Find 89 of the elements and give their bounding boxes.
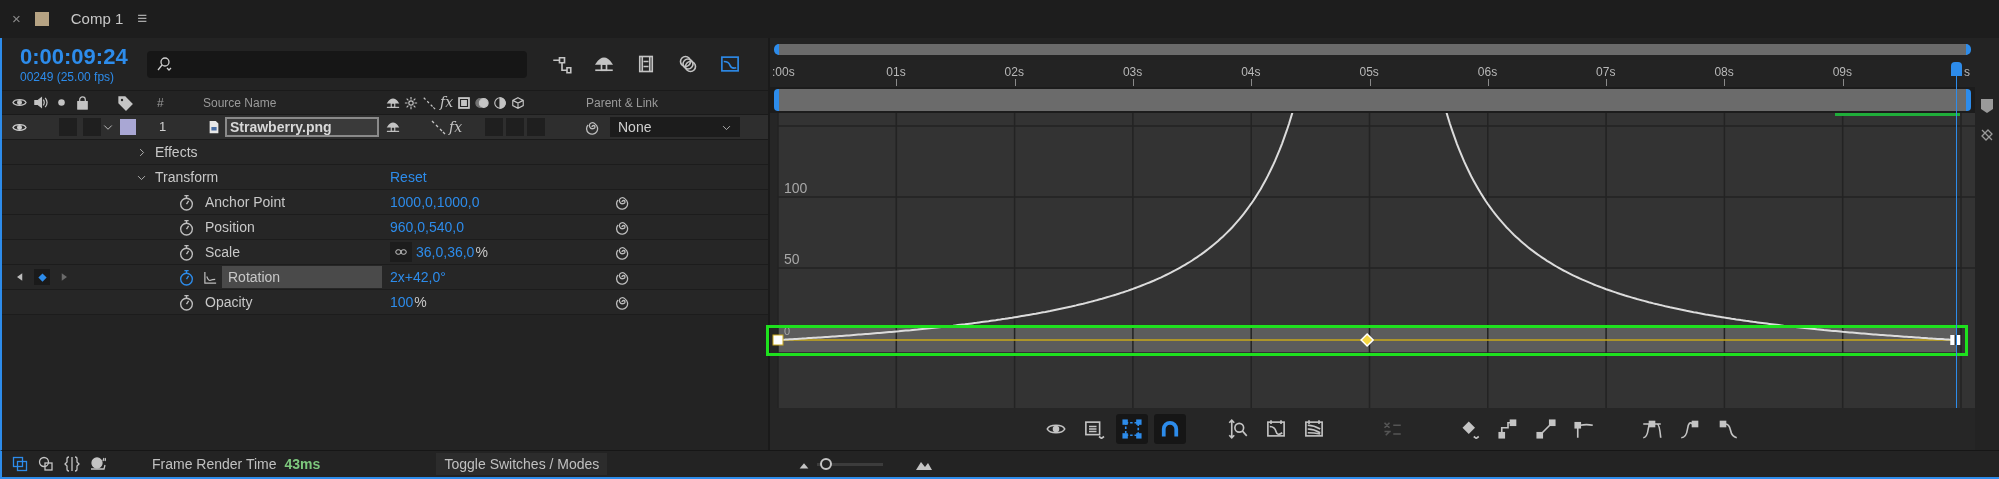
speaker-icon[interactable]: [33, 95, 48, 110]
property-name[interactable]: Position: [199, 216, 261, 238]
fx-icon[interactable]: fx: [440, 92, 454, 113]
stopwatch-icon[interactable]: [178, 268, 195, 286]
group-label[interactable]: Effects: [155, 141, 198, 163]
layer-name-field[interactable]: Strawberry.png: [225, 117, 379, 137]
unit-label: %: [414, 292, 427, 312]
frame-info: 00249 (25.00 fps): [20, 70, 116, 84]
cube-icon[interactable]: [511, 95, 526, 110]
pick-whip-icon[interactable]: [614, 294, 630, 310]
magnet-icon[interactable]: [1154, 414, 1186, 444]
ruler-label: 04s: [1241, 64, 1261, 81]
pick-whip-icon[interactable]: [614, 194, 630, 210]
column-header[interactable]: Source Name: [203, 95, 277, 110]
pick-whip-icon[interactable]: [584, 119, 600, 135]
flowchart-icon[interactable]: [551, 54, 573, 74]
ruler-label: 08s: [1714, 64, 1734, 81]
tag-icon[interactable]: [116, 94, 133, 111]
circles-icon[interactable]: [475, 95, 490, 110]
property-name[interactable]: Scale: [199, 241, 247, 263]
selection-frame-icon[interactable]: [1116, 414, 1148, 444]
ruler-label: s: [1964, 64, 1970, 81]
status-label: Frame Render Time: [152, 454, 277, 474]
shapes-icon[interactable]: [38, 456, 54, 472]
tab-title[interactable]: Comp 1: [70, 7, 124, 31]
stopwatch-icon[interactable]: [178, 193, 195, 211]
search-field[interactable]: [147, 50, 527, 78]
ruler-label: 01s: [886, 64, 906, 81]
file-icon: [207, 119, 221, 135]
unit-label: %: [475, 242, 488, 262]
ruler-label: 02s: [1004, 64, 1024, 81]
playhead[interactable]: [1951, 62, 1963, 408]
column-header: #: [157, 95, 164, 110]
ruler-label: :00s: [772, 64, 795, 81]
ruler-label: 03s: [1122, 64, 1143, 81]
stopwatch-icon[interactable]: [178, 243, 195, 261]
fx-icon[interactable]: fx: [449, 116, 463, 138]
property-value[interactable]: 2x+42,0°: [390, 266, 446, 288]
ruler-label: 06s: [1477, 64, 1498, 81]
property-name[interactable]: Anchor Point: [199, 191, 292, 213]
keyframe-icon[interactable]: [34, 269, 50, 285]
marker-icon[interactable]: [1979, 97, 1995, 115]
pick-whip-icon[interactable]: [614, 219, 630, 235]
graph-icon[interactable]: [203, 269, 218, 285]
close-button[interactable]: ×: [12, 7, 21, 31]
lock-icon[interactable]: [75, 95, 90, 110]
slider-thumb[interactable]: [820, 457, 833, 470]
film-icon[interactable]: [457, 95, 472, 110]
ruler-label: 05s: [1359, 64, 1379, 81]
shy-switch-icon[interactable]: [386, 120, 400, 134]
snail-icon[interactable]: [90, 456, 106, 472]
parent-dropdown[interactable]: None: [610, 117, 740, 137]
property-value[interactable]: 100: [390, 291, 414, 313]
axis-label: 100: [784, 180, 808, 196]
toggle-button[interactable]: Toggle Switches / Modes: [436, 453, 608, 475]
timecode[interactable]: 0:00:09:24: [20, 44, 147, 70]
layered-squares-icon[interactable]: [12, 456, 28, 472]
pick-whip-icon[interactable]: [614, 269, 630, 285]
dashed-line-icon[interactable]: [422, 95, 436, 110]
property-value[interactable]: 960,0,540,0: [390, 216, 464, 238]
half-circle-icon[interactable]: [493, 95, 508, 110]
circles-icon[interactable]: [677, 54, 699, 74]
braces-icon[interactable]: [64, 456, 80, 472]
axis-label: 50: [784, 251, 800, 267]
stopwatch-icon[interactable]: [178, 293, 195, 311]
navigator-bar[interactable]: [774, 43, 1971, 55]
stopwatch-icon[interactable]: [178, 218, 195, 236]
pick-whip-icon[interactable]: [614, 244, 630, 260]
label-swatch: [34, 12, 49, 26]
graph-editor-icon[interactable]: [719, 54, 741, 74]
reset-link[interactable]: Reset: [390, 166, 427, 188]
shy-switch-icon[interactable]: [386, 95, 400, 110]
ruler-label: 09s: [1832, 64, 1853, 81]
property-value[interactable]: 1000,0,1000,0: [390, 191, 480, 213]
sun-icon[interactable]: [404, 95, 418, 110]
layer-number: 1: [159, 119, 167, 135]
column-header: Parent & Link: [586, 95, 659, 110]
ruler-label: 07s: [1596, 64, 1616, 81]
panel-menu-button[interactable]: ≡: [137, 6, 148, 32]
label-swatch[interactable]: [120, 119, 136, 135]
link-icon[interactable]: [390, 242, 412, 262]
quality-line-icon[interactable]: [430, 119, 446, 135]
group-label[interactable]: Transform: [155, 166, 219, 188]
property-value[interactable]: 36,0,36,0: [416, 241, 475, 263]
render-time: 43ms: [284, 454, 322, 474]
search-icon: [155, 56, 173, 72]
property-name[interactable]: Opacity: [199, 291, 259, 313]
keyframe-marker[interactable]: [772, 334, 784, 346]
property-name[interactable]: Rotation: [222, 266, 382, 288]
